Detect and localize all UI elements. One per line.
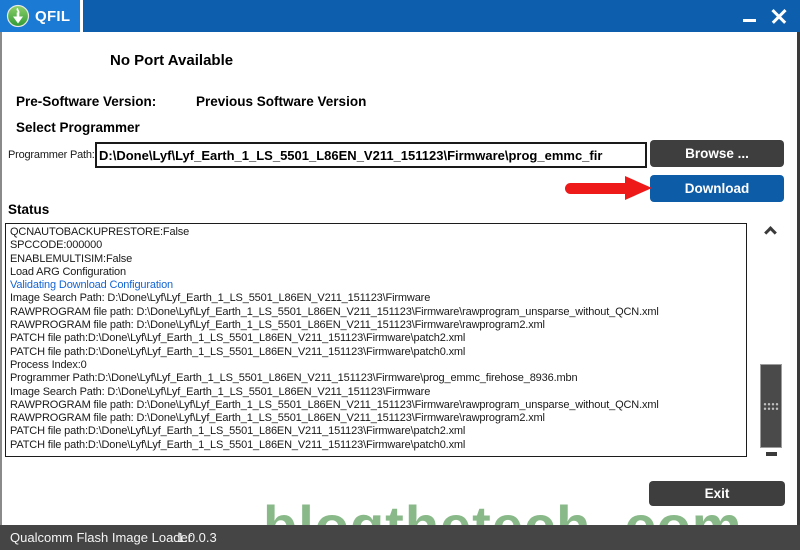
qfil-window: QFIL No Port Available Pre-Software Vers… bbox=[0, 0, 800, 550]
status-label: Status bbox=[8, 202, 49, 217]
status-log: QCNAUTOBACKUPRESTORE:FalseSPCCODE:000000… bbox=[5, 223, 747, 457]
titlebar-separator bbox=[80, 0, 83, 32]
programmer-path-label: Programmer Path: bbox=[8, 149, 95, 161]
title-bar-app-area: QFIL bbox=[0, 0, 80, 32]
download-button[interactable]: Download bbox=[650, 175, 784, 202]
qfil-logo-icon bbox=[6, 4, 30, 28]
close-icon bbox=[769, 6, 789, 26]
scroll-down-icon[interactable] bbox=[766, 452, 777, 456]
app-title: QFIL bbox=[35, 8, 70, 25]
log-line: Image Search Path: D:\Done\Lyf\Lyf_Earth… bbox=[10, 386, 746, 399]
log-line: PATCH file path:D:\Done\Lyf\Lyf_Earth_1_… bbox=[10, 439, 746, 452]
log-line: RAWPROGRAM file path: D:\Done\Lyf\Lyf_Ea… bbox=[10, 319, 746, 332]
footer-app-name: Qualcomm Flash Image Loader bbox=[10, 525, 192, 550]
log-line: PATCH file path:D:\Done\Lyf\Lyf_Earth_1_… bbox=[10, 346, 746, 359]
pre-software-version-label: Pre-Software Version: bbox=[16, 94, 156, 109]
log-line: RAWPROGRAM file path: D:\Done\Lyf\Lyf_Ea… bbox=[10, 399, 746, 412]
log-line: Load ARG Configuration bbox=[10, 266, 746, 279]
select-programmer-label: Select Programmer bbox=[16, 120, 140, 135]
footer-status-bar: Qualcomm Flash Image Loader 1.0.0.3 bbox=[0, 525, 800, 550]
log-line: Process Index:0 bbox=[10, 359, 746, 372]
browse-button[interactable]: Browse ... bbox=[650, 140, 784, 167]
scrollbar-thumb[interactable] bbox=[760, 364, 782, 448]
minimize-icon bbox=[743, 19, 756, 22]
port-status-text: No Port Available bbox=[110, 52, 233, 69]
minimize-button[interactable] bbox=[736, 0, 762, 32]
red-arrow-annotation bbox=[565, 176, 653, 200]
programmer-path-input[interactable] bbox=[95, 142, 647, 168]
red-arrow-head bbox=[625, 176, 652, 200]
status-scrollbar[interactable] bbox=[757, 224, 785, 458]
title-bar: QFIL bbox=[0, 0, 800, 32]
log-line: Image Search Path: D:\Done\Lyf\Lyf_Earth… bbox=[10, 292, 746, 305]
scrollbar-grip-icon bbox=[763, 402, 779, 411]
log-line: Validating Download Configuration bbox=[10, 279, 746, 292]
pre-software-version-value: Previous Software Version bbox=[196, 94, 366, 109]
scroll-up-icon[interactable] bbox=[764, 226, 777, 239]
close-button[interactable] bbox=[764, 0, 794, 32]
red-arrow-shaft bbox=[565, 183, 627, 194]
log-line: PATCH file path:D:\Done\Lyf\Lyf_Earth_1_… bbox=[10, 332, 746, 345]
exit-button[interactable]: Exit bbox=[649, 481, 785, 506]
log-line: RAWPROGRAM file path: D:\Done\Lyf\Lyf_Ea… bbox=[10, 306, 746, 319]
log-line: QCNAUTOBACKUPRESTORE:False bbox=[10, 226, 746, 239]
log-line: PATCH file path:D:\Done\Lyf\Lyf_Earth_1_… bbox=[10, 425, 746, 438]
log-line: RAWPROGRAM file path: D:\Done\Lyf\Lyf_Ea… bbox=[10, 412, 746, 425]
footer-version: 1.0.0.3 bbox=[177, 525, 217, 550]
log-line: ENABLEMULTISIM:False bbox=[10, 253, 746, 266]
log-line: Programmer Path:D:\Done\Lyf\Lyf_Earth_1_… bbox=[10, 372, 746, 385]
window-left-border bbox=[0, 32, 2, 525]
log-line: SPCCODE:000000 bbox=[10, 239, 746, 252]
